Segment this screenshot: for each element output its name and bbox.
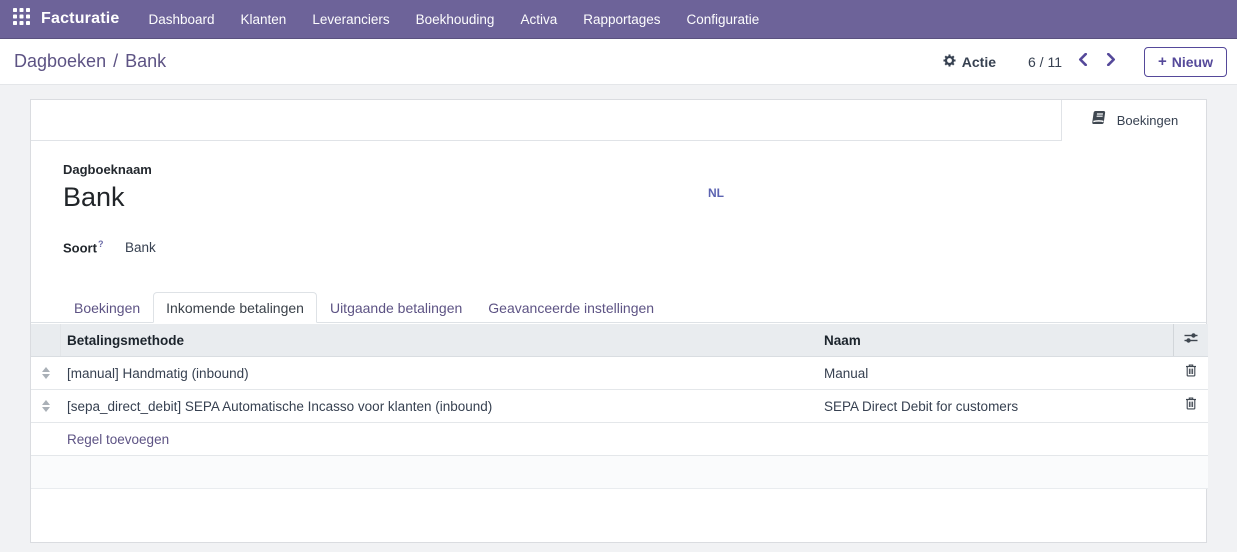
pager-next-button[interactable]: [1104, 51, 1118, 73]
main-menu: Dashboard Klanten Leveranciers Boekhoudi…: [135, 0, 772, 38]
breadcrumb-separator: /: [113, 51, 118, 72]
control-panel-right: Actie 6 / 11 + Nieuw: [943, 47, 1227, 77]
journal-book-icon: [1090, 110, 1108, 131]
chevron-right-icon: [1106, 53, 1116, 71]
table-header-row: Betalingsmethode Naam: [31, 324, 1208, 357]
pager-previous-button[interactable]: [1076, 51, 1090, 73]
plus-icon: +: [1158, 54, 1167, 69]
cell-name[interactable]: Manual: [824, 366, 868, 381]
tab-boekingen[interactable]: Boekingen: [61, 292, 153, 322]
cell-payment-method[interactable]: [manual] Handmatig (inbound): [67, 366, 249, 381]
nav-item-rapportages[interactable]: Rapportages: [570, 0, 673, 38]
sliders-icon: [1183, 331, 1199, 349]
column-header-naam: Naam: [824, 333, 861, 348]
breadcrumb-current: Bank: [125, 51, 166, 72]
translation-badge[interactable]: NL: [708, 186, 724, 200]
stat-button-label: Boekingen: [1117, 113, 1178, 128]
button-box: Boekingen: [31, 100, 1206, 141]
breadcrumb-parent[interactable]: Dagboeken: [14, 51, 106, 72]
breadcrumb: Dagboeken / Bank: [14, 51, 166, 72]
table-row[interactable]: [manual] Handmatig (inbound) Manual: [31, 357, 1208, 390]
table-footer-band: [31, 456, 1208, 489]
cell-payment-method[interactable]: [sepa_direct_debit] SEPA Automatische In…: [67, 399, 492, 414]
tab-uitgaande-betalingen[interactable]: Uitgaande betalingen: [317, 292, 475, 322]
add-line-link[interactable]: Regel toevoegen: [67, 432, 169, 447]
top-navbar: Facturatie Dashboard Klanten Leverancier…: [0, 0, 1237, 39]
drag-handle-icon[interactable]: [42, 400, 50, 412]
form-sheet: Boekingen Dagboeknaam Bank NL Soort? Ban…: [30, 99, 1207, 543]
nav-item-activa[interactable]: Activa: [507, 0, 570, 38]
gear-icon: [943, 54, 956, 70]
journal-name-label: Dagboeknaam: [63, 162, 152, 177]
optional-columns-button[interactable]: [1173, 324, 1208, 356]
action-menu-button[interactable]: Actie: [943, 54, 996, 70]
table-row[interactable]: [sepa_direct_debit] SEPA Automatische In…: [31, 390, 1208, 423]
tab-inkomende-betalingen[interactable]: Inkomende betalingen: [153, 292, 317, 323]
nav-item-klanten[interactable]: Klanten: [228, 0, 300, 38]
nav-item-boekhouding[interactable]: Boekhouding: [403, 0, 508, 38]
pager-counter: 6 / 11: [1028, 54, 1062, 70]
app-title[interactable]: Facturatie: [41, 10, 119, 28]
trash-icon: [1185, 364, 1197, 382]
header-handle-cell: [31, 324, 61, 356]
apps-grid-icon: [13, 8, 30, 30]
nav-item-configuratie[interactable]: Configuratie: [674, 0, 773, 38]
payment-methods-table: Betalingsmethode Naam [manual] Handmatig…: [31, 324, 1208, 489]
apps-menu-button[interactable]: [0, 0, 41, 38]
drag-handle-icon[interactable]: [42, 367, 50, 379]
control-panel: Dagboeken / Bank Actie 6 / 11: [0, 39, 1237, 85]
chevron-left-icon: [1078, 53, 1088, 71]
cell-name[interactable]: SEPA Direct Debit for customers: [824, 399, 1018, 414]
journal-type-field[interactable]: Bank: [125, 240, 156, 255]
delete-row-button[interactable]: [1185, 397, 1197, 415]
journal-type-label: Soort?: [63, 239, 103, 255]
stat-button-boekingen[interactable]: Boekingen: [1061, 100, 1206, 141]
new-record-label: Nieuw: [1172, 54, 1213, 70]
notebook-tabs: Boekingen Inkomende betalingen Uitgaande…: [31, 292, 1206, 323]
column-header-betalingsmethode: Betalingsmethode: [67, 333, 184, 348]
delete-row-button[interactable]: [1185, 364, 1197, 382]
journal-name-field[interactable]: Bank: [63, 182, 125, 213]
nav-item-dashboard[interactable]: Dashboard: [135, 0, 227, 38]
trash-icon: [1185, 397, 1197, 415]
pager: [1076, 51, 1118, 73]
nav-item-leveranciers[interactable]: Leveranciers: [299, 0, 402, 38]
new-record-button[interactable]: + Nieuw: [1144, 47, 1227, 77]
action-menu-label: Actie: [962, 54, 996, 70]
help-icon: ?: [98, 239, 104, 249]
add-line-row: Regel toevoegen: [31, 423, 1208, 456]
tab-geavanceerde-instellingen[interactable]: Geavanceerde instellingen: [475, 292, 667, 322]
